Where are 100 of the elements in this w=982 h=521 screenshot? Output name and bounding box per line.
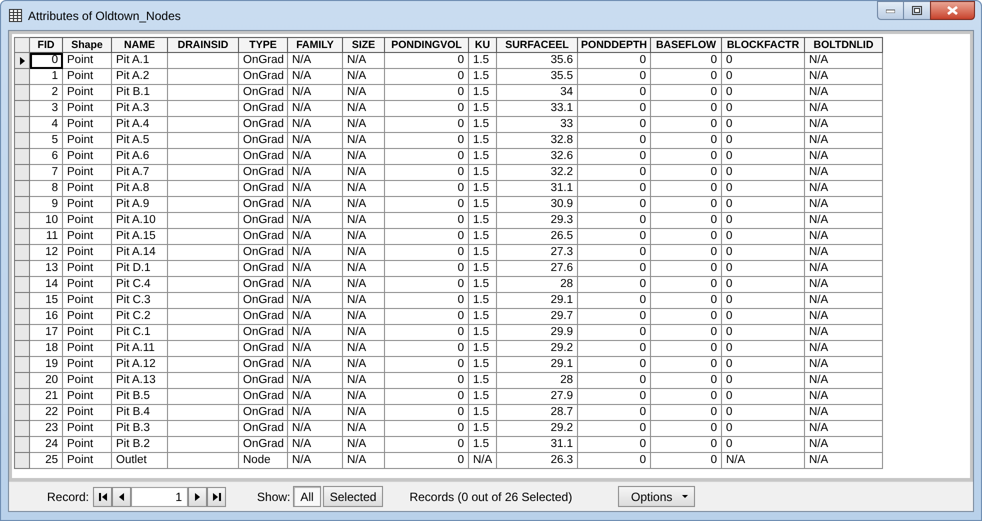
table-cell: 29.9: [497, 325, 578, 341]
table-cell: 17: [30, 325, 63, 341]
show-filter-button[interactable]: Selected: [322, 486, 384, 507]
table-cell: 25: [30, 453, 63, 469]
record-field[interactable]: 1: [131, 486, 188, 506]
column-header[interactable]: PONDDEPTH: [578, 37, 651, 53]
column-header[interactable]: FID: [30, 37, 63, 53]
column-header[interactable]: SURFACEEL: [497, 37, 578, 53]
selection-status: Records (0 out of 26 Selected): [409, 488, 572, 506]
column-header[interactable]: BLOCKFACTR: [722, 37, 805, 53]
table-cell: 33.1: [497, 101, 578, 117]
table-cell: 0: [385, 293, 469, 309]
table-cell: N/A: [288, 389, 343, 405]
table-cell: 0: [722, 341, 805, 357]
table-cell: 0: [651, 165, 722, 181]
previous-record-button[interactable]: [112, 486, 132, 506]
minimize-button[interactable]: [877, 1, 904, 20]
table-cell: Pit A.9: [112, 197, 168, 213]
column-header[interactable]: BASEFLOW: [651, 37, 722, 53]
table-cell: N/A: [288, 69, 343, 85]
table-cell: [168, 309, 239, 325]
table-cell: 0: [578, 213, 651, 229]
table-cell: N/A: [343, 437, 385, 453]
table-cell: N/A: [343, 341, 385, 357]
table-cell: 0: [651, 437, 722, 453]
table-cell: Pit B.2: [112, 437, 168, 453]
table-cell: 0: [651, 117, 722, 133]
table-cell: 0: [578, 133, 651, 149]
table-cell: N/A: [343, 277, 385, 293]
table-cell: 1.5: [469, 373, 497, 389]
table-cell: Pit D.1: [112, 261, 168, 277]
column-header[interactable]: Shape: [63, 37, 112, 53]
column-header[interactable]: PONDINGVOL: [385, 37, 469, 53]
table-cell: [168, 213, 239, 229]
table-cell: N/A: [805, 373, 883, 389]
maximize-button[interactable]: [904, 1, 930, 20]
table-cell: OnGrad: [239, 325, 288, 341]
table-cell: [168, 293, 239, 309]
table-cell: N/A: [805, 405, 883, 421]
column-header[interactable]: BOLTDNLID: [805, 37, 883, 53]
table-cell: 27.3: [497, 245, 578, 261]
first-record-button[interactable]: [93, 486, 112, 506]
table-cell: 0: [651, 357, 722, 373]
table-cell: Pit A.3: [112, 101, 168, 117]
table-cell: 0: [385, 325, 469, 341]
table-cell: 1.5: [469, 229, 497, 245]
table-cell: N/A: [343, 229, 385, 245]
table-cell: 0: [385, 133, 469, 149]
table-cell: N/A: [805, 357, 883, 373]
table-cell: 0: [578, 165, 651, 181]
close-icon: [947, 6, 958, 15]
next-record-button[interactable]: [188, 486, 208, 506]
table-cell: 0: [578, 53, 651, 69]
table-cell: N/A: [805, 325, 883, 341]
row-selector[interactable]: [14, 53, 30, 69]
table-cell: 32.2: [497, 165, 578, 181]
current-row-icon: [20, 56, 24, 64]
table-cell: 33: [497, 117, 578, 133]
column-header[interactable]: FAMILY: [288, 37, 343, 53]
table-cell: 0: [578, 101, 651, 117]
table-cell: Pit B.3: [112, 421, 168, 437]
table-cell: 27.6: [497, 261, 578, 277]
table-cell: Point: [63, 437, 112, 453]
table-cell: N/A: [343, 117, 385, 133]
table-cell: N/A: [805, 341, 883, 357]
table-cell: OnGrad: [239, 181, 288, 197]
close-button[interactable]: [930, 1, 975, 20]
column-header[interactable]: TYPE: [239, 37, 288, 53]
table-cell: 0: [722, 101, 805, 117]
table-cell: 21: [30, 389, 63, 405]
table-cell: 0: [385, 149, 469, 165]
last-record-button[interactable]: [207, 486, 226, 506]
table-cell: 0: [722, 405, 805, 421]
table-cell: N/A: [343, 133, 385, 149]
table-cell: N/A: [288, 229, 343, 245]
table-cell: 1.5: [469, 293, 497, 309]
table-cell: Point: [63, 85, 112, 101]
table-cell: 0: [651, 325, 722, 341]
column-header[interactable]: DRAINSID: [168, 37, 239, 53]
table-cell: N/A: [805, 149, 883, 165]
column-header[interactable]: KU: [469, 37, 497, 53]
table-cell: N/A: [805, 117, 883, 133]
column-header[interactable]: SIZE: [343, 37, 385, 53]
table-cell: 0: [578, 373, 651, 389]
options-button[interactable]: Options: [618, 486, 696, 507]
table-icon: [9, 9, 22, 22]
table-cell: OnGrad: [239, 341, 288, 357]
table-cell: N/A: [288, 357, 343, 373]
table-cell: N/A: [288, 181, 343, 197]
table-cell: 0: [651, 293, 722, 309]
table-cell: N/A: [343, 261, 385, 277]
table-cell: 0: [651, 85, 722, 101]
table-cell: 0: [385, 277, 469, 293]
table-cell: OnGrad: [239, 85, 288, 101]
table-cell: 0: [578, 389, 651, 405]
table-cell: 0: [578, 197, 651, 213]
column-header[interactable]: NAME: [112, 37, 168, 53]
show-filter-button[interactable]: All: [293, 486, 321, 507]
table-cell: Pit A.2: [112, 69, 168, 85]
table-cell: N/A: [343, 405, 385, 421]
